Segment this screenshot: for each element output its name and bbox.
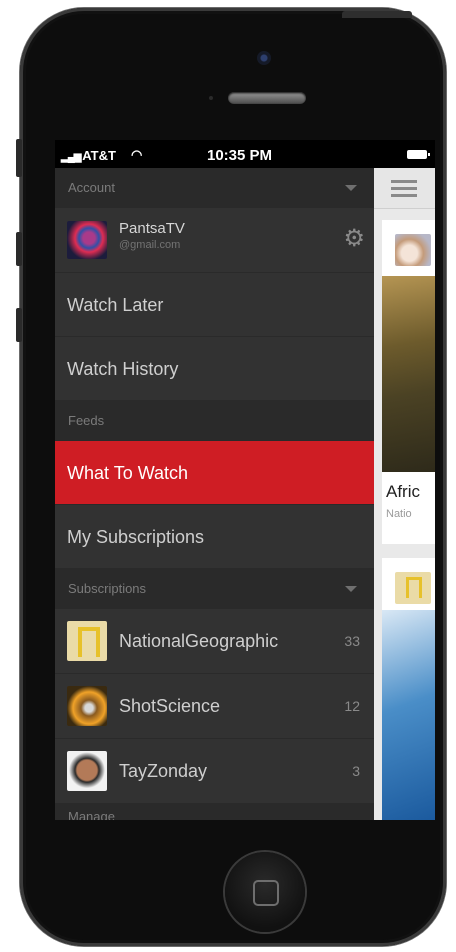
- video-thumbnail[interactable]: [382, 276, 435, 472]
- section-header-feeds: Feeds: [55, 401, 374, 441]
- sidebar-item-label: My Subscriptions: [67, 527, 205, 547]
- signal-icon: ▂▄▆: [61, 152, 83, 163]
- sidebar-item-my-subscriptions[interactable]: My Subscriptions: [55, 505, 374, 569]
- proximity-sensor: [209, 96, 213, 100]
- subscription-item-nationalgeographic[interactable]: NationalGeographic 33: [55, 609, 374, 674]
- carrier-label: ▂▄▆ AT&T: [61, 148, 116, 163]
- earpiece-speaker: [228, 92, 306, 104]
- chevron-down-icon: [345, 185, 357, 191]
- home-button[interactable]: [225, 852, 305, 932]
- wifi-icon: ◠: [131, 147, 143, 162]
- channel-name: ShotScience: [119, 696, 221, 716]
- screen: ▂▄▆ AT&T ◠ 10:35 PM Account PantsaTV @gm…: [55, 140, 435, 820]
- home-square-icon: [253, 880, 279, 906]
- section-header-label: Manage: [68, 809, 115, 820]
- section-header-subscriptions[interactable]: Subscriptions: [55, 569, 374, 609]
- sidebar-item-watch-later[interactable]: Watch Later: [55, 273, 374, 337]
- avatar: [67, 221, 107, 259]
- volume-up-button: [16, 232, 22, 266]
- subscription-item-tayzonday[interactable]: TayZonday 3: [55, 739, 374, 804]
- video-card[interactable]: [382, 558, 435, 820]
- channel-avatar: [67, 751, 107, 791]
- feed-panel-peek[interactable]: Afric Natio: [374, 168, 435, 820]
- sidebar-item-label: Watch Later: [67, 295, 164, 315]
- navigation-drawer: Account PantsaTV @gmail.com ⚙ Watch Late…: [55, 168, 374, 820]
- menu-icon[interactable]: [391, 180, 417, 197]
- account-name: PantsaTV: [119, 220, 185, 237]
- section-header-account[interactable]: Account: [55, 168, 374, 208]
- status-time: 10:35 PM: [207, 147, 273, 164]
- section-header-label: Account: [68, 180, 115, 195]
- volume-down-button: [16, 308, 22, 342]
- sidebar-item-watch-history[interactable]: Watch History: [55, 337, 374, 401]
- account-row[interactable]: PantsaTV @gmail.com ⚙: [55, 208, 374, 273]
- battery-icon: [407, 150, 430, 159]
- section-header-label: Feeds: [68, 413, 105, 428]
- front-camera-icon: [257, 51, 271, 65]
- section-header-manage: Manage: [55, 804, 374, 820]
- channel-avatar: [67, 686, 107, 726]
- section-header-label: Subscriptions: [68, 581, 147, 596]
- unwatched-count: 3: [352, 763, 360, 779]
- sidebar-item-label: What To Watch: [67, 463, 189, 483]
- unwatched-count: 12: [344, 698, 360, 714]
- video-card[interactable]: Afric Natio: [382, 220, 435, 544]
- channel-avatar: [67, 621, 107, 661]
- mute-switch: [16, 139, 22, 177]
- sidebar-item-what-to-watch[interactable]: What To Watch: [55, 441, 374, 505]
- video-thumbnail[interactable]: [382, 610, 435, 820]
- channel-name: NationalGeographic: [119, 631, 279, 651]
- power-button: [342, 11, 412, 18]
- sidebar-item-label: Watch History: [67, 359, 179, 379]
- feed-header: [374, 168, 435, 209]
- subscription-item-shotscience[interactable]: ShotScience 12: [55, 674, 374, 739]
- video-title: Afric: [386, 482, 420, 501]
- status-bar: ▂▄▆ AT&T ◠ 10:35 PM: [55, 140, 435, 168]
- channel-avatar: [395, 572, 431, 604]
- chevron-down-icon: [345, 586, 357, 592]
- gear-icon[interactable]: ⚙: [343, 227, 365, 251]
- channel-avatar: [395, 234, 431, 266]
- video-channel: Natio: [386, 508, 412, 520]
- channel-name: TayZonday: [119, 761, 208, 781]
- unwatched-count: 33: [344, 633, 360, 649]
- account-email: @gmail.com: [119, 239, 181, 251]
